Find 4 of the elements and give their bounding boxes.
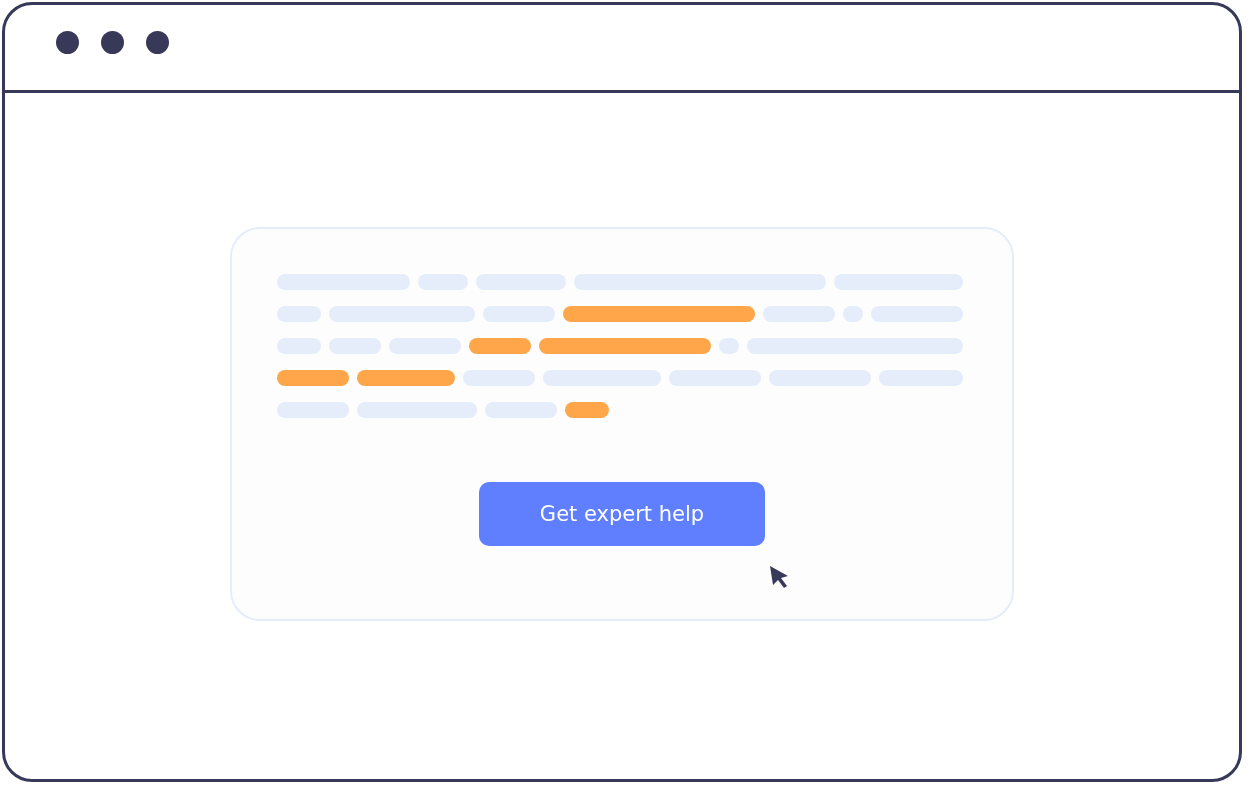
window-control-dot[interactable] [146, 31, 169, 54]
window-control-dot[interactable] [101, 31, 124, 54]
get-help-button[interactable]: Get expert help [479, 482, 765, 546]
window-control-dot[interactable] [56, 31, 79, 54]
